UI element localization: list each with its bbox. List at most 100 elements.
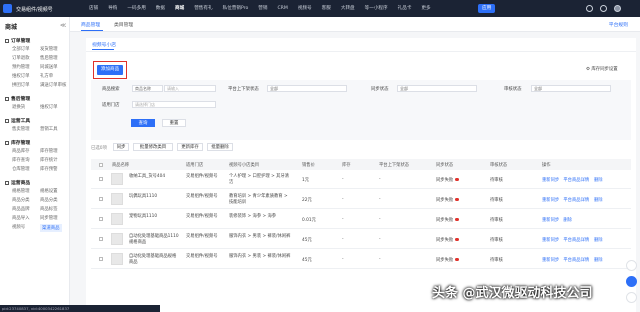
sidebar-item[interactable]: 渠道商品 [40,224,62,232]
row-checkbox[interactable] [99,237,103,241]
action-link[interactable]: 删除 [563,217,572,223]
nav-item[interactable]: 私位营销Pro [218,0,254,17]
sidebar-item[interactable]: 营销工具 [40,126,58,132]
nav-item[interactable]: 大转盘 [336,0,360,17]
nav-item[interactable]: 视频号 [293,0,317,17]
sync-error-icon[interactable] [455,217,459,221]
store-select[interactable]: 请选择门店 [132,101,216,108]
sidebar-section[interactable]: 运营商品 [5,179,30,186]
sidebar-section[interactable]: 库存管理 [5,139,30,146]
nav-item[interactable]: 营销 [253,0,272,17]
tab-product-management[interactable]: 商品管理 [81,21,100,28]
sidebar-item[interactable]: 商品分类 [40,197,58,203]
nav-item[interactable]: CRM [272,0,292,17]
customer-support-icon[interactable] [626,276,637,287]
action-link[interactable]: 重新同步 [542,257,559,263]
select-all-checkbox[interactable] [99,162,103,167]
sidebar-item[interactable]: 仓库管理 [12,166,30,172]
sidebar-section[interactable]: 订单管理 [5,37,30,44]
nav-item[interactable]: 一码多用 [122,0,150,17]
sidebar-item[interactable]: 维权订单 [40,104,58,110]
nav-item[interactable]: 导购 [103,0,122,17]
search-field-select[interactable]: 商品名称 [132,85,163,92]
sidebar-item[interactable]: 礼方单 [40,73,53,79]
review-status-select[interactable]: 全部 [531,85,611,92]
sidebar-item[interactable]: 商品导入 [12,215,30,221]
store-switcher[interactable]: 交易组件/视频号 [16,6,53,13]
action-link[interactable]: 删除 [594,237,603,243]
nav-item[interactable]: 更多 [416,0,435,17]
action-link[interactable]: 重新同步 [542,177,559,183]
sync-error-icon[interactable] [455,197,459,201]
search-input[interactable]: 请输入 [164,85,216,92]
sidebar-item[interactable]: 规格管理 [12,188,30,194]
action-link[interactable]: 删除 [594,257,603,263]
sidebar-item[interactable]: 全部订单 [12,46,30,52]
platform-rules-link[interactable]: 平台规则 [609,21,628,28]
bulk-delete-button[interactable]: 批量删除 [207,143,233,151]
row-checkbox[interactable] [99,217,103,221]
sidebar-item[interactable]: 库存管理 [40,148,58,154]
action-link[interactable]: 重新同步 [542,237,559,243]
sidebar-item[interactable]: 同步管理 [40,215,58,221]
action-link[interactable]: 重新同步 [542,217,559,223]
row-checkbox[interactable] [99,197,103,201]
tab-category-management[interactable]: 类目管理 [114,21,133,28]
bulk-edit-category-button[interactable]: 批量修改类目 [133,143,173,151]
inventory-sync-settings[interactable]: ⚙ 库存同步设置 [586,66,618,72]
sidebar-item[interactable]: 商品品牌 [12,206,30,212]
sidebar-item[interactable]: 满送订单审核 [40,82,66,88]
sidebar-item[interactable]: 发货管理 [40,46,58,52]
platform-status-select[interactable]: 全部 [267,85,347,92]
tab-video-shop[interactable]: 视频号小店 [92,41,116,48]
sidebar-item[interactable]: 视频号 [12,224,25,230]
sync-error-icon[interactable] [455,177,459,181]
action-link[interactable]: 平台商品详情 [563,197,589,203]
nav-item[interactable]: 店铺 [84,0,103,17]
notification-icon[interactable] [600,5,607,12]
bulk-sync-button[interactable]: 同步 [113,143,129,151]
sidebar-item[interactable]: 商品标签 [40,206,58,212]
sync-status-select[interactable]: 全部 [397,85,477,92]
nav-item[interactable]: 营售有礼 [189,0,217,17]
action-link[interactable]: 平台商品详情 [563,257,589,263]
sidebar-item[interactable]: 订单退款 [12,55,30,61]
sidebar-item[interactable]: 退换货 [12,104,25,110]
update-inventory-button[interactable]: 更新库存 [177,143,203,151]
sidebar-item[interactable]: 商品库存 [12,148,30,154]
sidebar-item[interactable]: 维权订单 [12,73,30,79]
nav-item[interactable]: 礼品卡 [393,0,417,17]
nav-item[interactable]: 数据 [151,0,170,17]
sidebar-item[interactable]: 拼团订单 [12,82,30,88]
action-link[interactable]: 删除 [594,197,603,203]
sidebar-item[interactable]: 售后管理 [40,55,58,61]
service-icon[interactable] [626,260,637,271]
collapse-icon[interactable]: ≪ [60,22,66,29]
query-button[interactable]: 查询 [131,119,155,127]
sidebar-item[interactable]: 预约管理 [12,64,30,70]
sidebar-item[interactable]: 库存查询 [12,157,30,163]
sidebar-section[interactable]: 售后管理 [5,95,30,102]
action-link[interactable]: 重新同步 [542,197,559,203]
sidebar-item[interactable]: 售卖管理 [12,126,30,132]
action-link[interactable]: 删除 [594,177,603,183]
nav-item[interactable]: 客服 [317,0,336,17]
sidebar-item[interactable]: 商品分类 [12,197,30,203]
action-link[interactable]: 平台商品详情 [563,177,589,183]
feedback-icon[interactable] [626,292,637,303]
row-checkbox[interactable] [99,257,103,261]
sidebar-section[interactable]: 运营工具 [5,117,30,124]
help-icon[interactable] [586,5,593,12]
sync-error-icon[interactable] [455,237,459,241]
sidebar-item[interactable]: 库存统计 [40,157,58,163]
reset-button[interactable]: 重置 [162,119,186,127]
row-checkbox[interactable] [99,177,103,181]
sync-error-icon[interactable] [455,257,459,261]
sidebar-item[interactable]: 规格设置 [40,188,58,194]
nav-item[interactable]: 商城 [170,0,189,17]
sidebar-item[interactable]: 同城送单 [40,64,58,70]
avatar[interactable] [614,5,621,12]
sidebar-item[interactable]: 库存预警 [40,166,58,172]
app-button[interactable]: 应用 [478,4,496,13]
nav-item[interactable]: 等一小程序 [360,0,393,17]
